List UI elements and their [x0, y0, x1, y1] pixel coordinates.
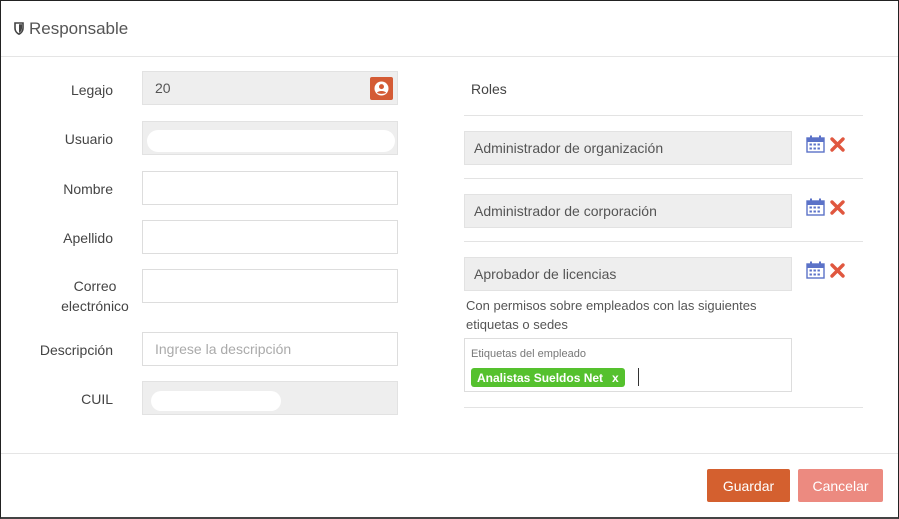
tag-chip: Analistas Sueldos Net x [471, 368, 625, 387]
delete-role-icon[interactable] [829, 136, 846, 153]
permissions-text: Con permisos sobre empleados con las sig… [466, 298, 757, 332]
user-circle-icon [374, 81, 389, 96]
cuil-label: CUIL [81, 391, 113, 407]
select-employee-button[interactable] [370, 77, 393, 100]
redacted-value [151, 391, 281, 411]
correo-label-line1: Correo [73, 278, 117, 294]
text-caret [638, 368, 639, 386]
calendar-icon[interactable] [806, 135, 825, 153]
role-item: Aprobador de licencias [464, 257, 792, 291]
role-item: Administrador de corporación [464, 194, 792, 228]
role-name: Administrador de organización [474, 140, 664, 156]
apellido-label: Apellido [63, 230, 113, 246]
legajo-label: Legajo [70, 82, 113, 98]
divider [464, 407, 863, 408]
nombre-label: Nombre [63, 181, 113, 197]
redacted-value [147, 130, 395, 152]
role-item: Administrador de organización [464, 131, 792, 165]
role-actions [806, 135, 846, 153]
usuario-field[interactable] [142, 121, 398, 155]
roles-title: Roles [471, 81, 507, 97]
tag-label: Analistas Sueldos Net [477, 370, 604, 385]
descripcion-input[interactable]: Ingrese la descripción [142, 332, 398, 366]
correo-input[interactable] [142, 269, 398, 303]
tags-label: Etiquetas del empleado [471, 348, 586, 360]
divider [464, 178, 863, 179]
descripcion-label: Descripción [39, 342, 113, 358]
correo-label: Correo electrónico [55, 276, 135, 316]
legajo-field[interactable]: 20 [142, 71, 398, 105]
role-name: Administrador de corporación [474, 203, 657, 219]
divider [464, 115, 863, 116]
remove-tag-button[interactable]: x [612, 371, 619, 385]
responsable-modal: Responsable Legajo 20 Usuario Nombre Ape… [0, 0, 899, 519]
cancel-button[interactable]: Cancelar [798, 469, 883, 502]
delete-role-icon[interactable] [829, 199, 846, 216]
role-name: Aprobador de licencias [474, 266, 617, 282]
calendar-icon[interactable] [806, 198, 825, 216]
shield-icon [14, 22, 24, 35]
save-button[interactable]: Guardar [707, 469, 790, 502]
legajo-value: 20 [155, 80, 171, 96]
correo-label-line2: electrónico [61, 298, 129, 314]
descripcion-placeholder: Ingrese la descripción [155, 341, 292, 357]
apellido-input[interactable] [142, 220, 398, 254]
role-actions [806, 261, 846, 279]
modal-title: Responsable [29, 18, 129, 38]
divider [464, 241, 863, 242]
usuario-label: Usuario [64, 131, 113, 147]
nombre-input[interactable] [142, 171, 398, 205]
calendar-icon[interactable] [806, 261, 825, 279]
delete-role-icon[interactable] [829, 262, 846, 279]
cuil-field[interactable] [142, 381, 398, 415]
employee-tags-input[interactable]: Etiquetas del empleado Analistas Sueldos… [464, 338, 792, 392]
footer-divider [1, 453, 898, 454]
role-actions [806, 198, 846, 216]
modal-header: Responsable [1, 1, 898, 57]
